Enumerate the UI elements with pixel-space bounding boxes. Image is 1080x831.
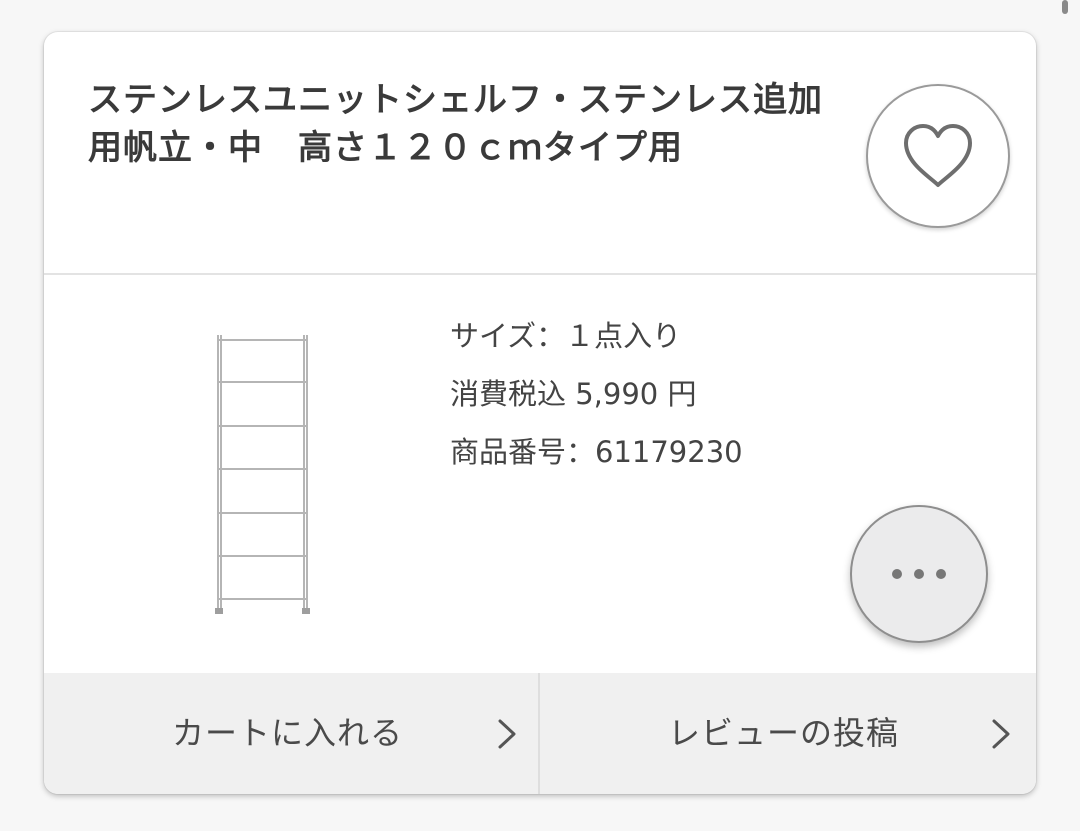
chevron-right-icon [498, 719, 516, 749]
action-bar: カートに入れる レビューの投稿 [44, 673, 1036, 794]
heart-outline-icon [904, 124, 972, 187]
card-body: サイズ：１点入り 消費税込 5,990 円 商品番号：61179230 [44, 275, 1036, 672]
card-header: ステンレスユニットシェルフ・ステンレス追加用帆立・中 高さ１２０ｃｍタイプ用 [44, 32, 1036, 275]
product-title: ステンレスユニットシェルフ・ステンレス追加用帆立・中 高さ１２０ｃｍタイプ用 [88, 80, 823, 168]
price-info: 消費税込 5,990 円 [450, 377, 697, 411]
product-card: ステンレスユニットシェルフ・ステンレス追加用帆立・中 高さ１２０ｃｍタイプ用 サ… [44, 32, 1036, 794]
product-details: サイズ：１点入り 消費税込 5,990 円 商品番号：61179230 [450, 307, 743, 481]
post-review-label: レビューの投稿 [668, 714, 900, 752]
post-review-button[interactable]: レビューの投稿 [540, 673, 1036, 794]
add-to-cart-label: カートに入れる [172, 714, 404, 752]
product-number: 商品番号：61179230 [450, 435, 743, 469]
scroll-indicator[interactable] [1062, 0, 1068, 14]
chevron-right-icon [992, 719, 1010, 749]
size-info: サイズ：１点入り [450, 319, 682, 353]
favorite-button[interactable] [866, 84, 1010, 228]
more-dots-icon [892, 569, 946, 579]
product-image [215, 335, 310, 614]
more-button[interactable] [850, 505, 988, 643]
add-to-cart-button[interactable]: カートに入れる [44, 673, 540, 794]
